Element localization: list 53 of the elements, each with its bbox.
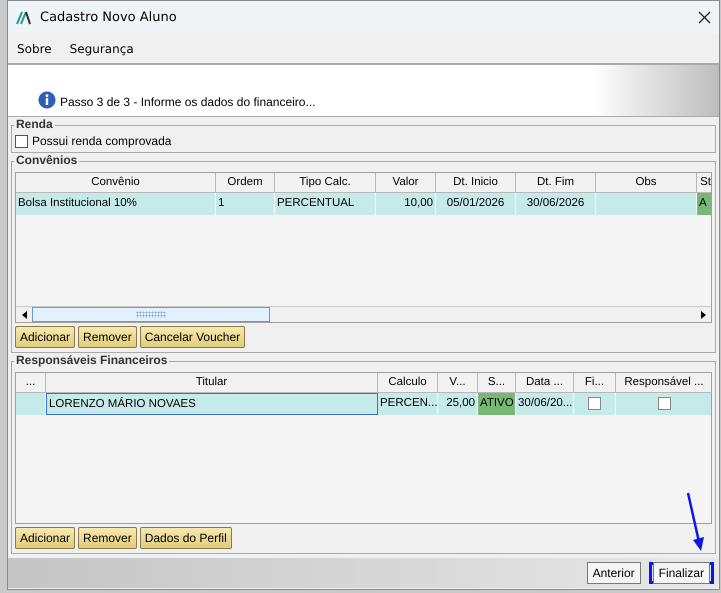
column-header[interactable]: Convênio [16,173,216,193]
column-header[interactable]: Tipo Calc. [275,173,376,193]
column-header[interactable]: V... [438,373,478,393]
logo-icon [16,10,32,24]
column-header[interactable]: Dt. Fim [516,173,596,193]
info-icon [38,91,56,109]
column-header[interactable]: Titular [46,373,378,393]
table-cell: 1 [216,193,275,215]
menu-item[interactable]: Sobre [17,42,52,56]
column-header[interactable]: Obs [596,173,697,193]
scroll-left-icon[interactable] [22,310,26,318]
table-cell: 10,00 [376,193,436,215]
action-button[interactable]: Adicionar [15,326,76,348]
scroll-right-icon[interactable] [700,310,706,318]
menu-item[interactable]: Segurança [70,42,134,56]
table-cell: PERCEN... [378,393,438,415]
table-cell: 30/06/2026 [516,193,596,215]
status-cell: A [697,193,711,215]
column-header[interactable]: S... [478,373,516,393]
action-button[interactable]: Dados do Perfil [140,527,232,549]
checkbox[interactable] [658,397,670,410]
table-cell: 25,00 [438,393,478,415]
checkbox[interactable] [15,134,28,148]
window-title: Cadastro Novo Aluno [40,10,178,25]
group-title: Convênios [14,153,80,167]
column-header[interactable]: Valor [376,173,436,193]
footer-button[interactable]: Anterior [586,562,641,584]
column-header[interactable]: Fi... [574,373,616,393]
column-header[interactable]: Calculo [378,373,438,393]
table-cell: 05/01/2026 [436,193,516,215]
close-icon[interactable] [698,11,711,24]
status-cell: ATIVO [478,393,516,415]
table-cell: 30/06/20... [516,393,574,415]
column-header[interactable]: Ordem [216,173,275,193]
table-cell: Bolsa Institucional 10% [16,193,216,215]
footer-button[interactable]: Finalizar [652,562,710,584]
checkbox-label: Possui renda comprovada [32,134,172,148]
action-button[interactable]: Remover [78,326,137,348]
action-button[interactable]: Adicionar [15,527,76,549]
column-header[interactable]: Dt. Inicio [436,173,516,193]
action-button[interactable]: Cancelar Voucher [140,326,246,348]
annotation-arrow [686,492,706,552]
scrollbar-thumb[interactable] [32,307,270,322]
checkbox[interactable] [588,397,601,410]
step-message: Passo 3 de 3 - Informe os dados do financeiro... [60,95,316,109]
group-title: Renda [14,117,55,131]
column-header[interactable]: ... [16,373,46,393]
column-header[interactable]: Data ... [516,373,574,393]
table-cell: LORENZO MÁRIO NOVAES [46,393,378,415]
table-cell: PERCENTUAL [275,193,376,215]
horizontal-scrollbar[interactable] [16,306,711,322]
action-button[interactable]: Remover [78,527,137,549]
group-title: Responsáveis Financeiros [14,353,170,367]
